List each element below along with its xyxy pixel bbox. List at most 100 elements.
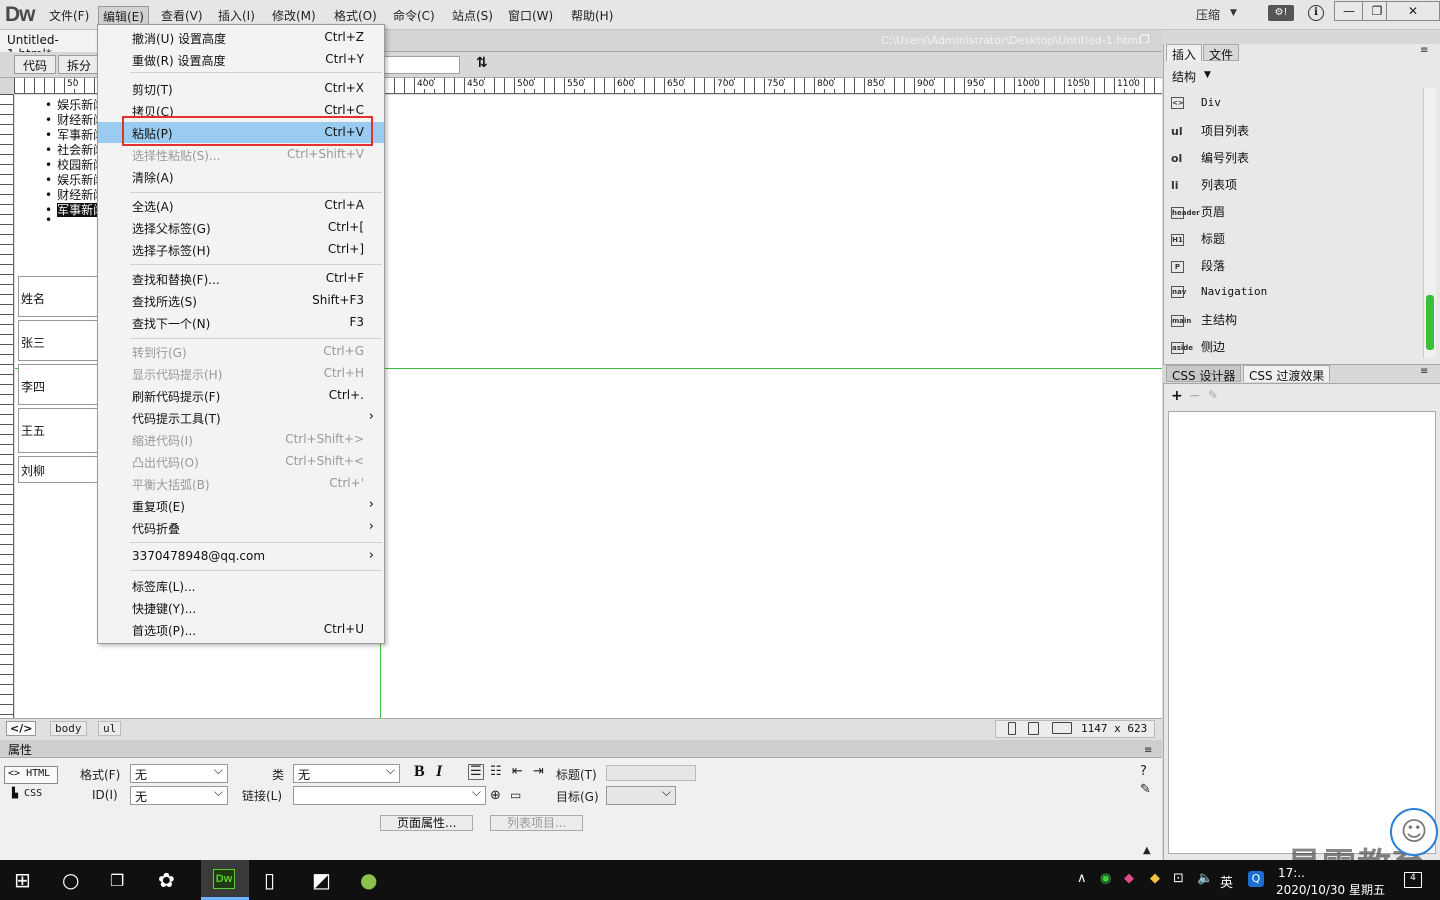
edit-menu-item[interactable]: 选择性粘贴(S)... Ctrl+Shift+V — [98, 144, 384, 165]
css-transitions-list[interactable] — [1168, 411, 1436, 854]
list-item-button[interactable]: 列表项目... — [490, 815, 584, 831]
remove-transition-icon[interactable]: − — [1189, 388, 1201, 404]
edit-menu-item[interactable]: 重复项(E) › — [98, 495, 384, 516]
italic-button[interactable]: I — [436, 763, 442, 781]
table-cell[interactable]: 张三 — [18, 320, 100, 361]
edit-menu-item[interactable]: 刷新代码提示(F) Ctrl+. — [98, 385, 384, 406]
menu-9[interactable]: 帮助(H) — [567, 6, 617, 25]
code-tag-icon[interactable]: </> — [6, 721, 37, 736]
notepad-icon[interactable]: ▯ — [264, 868, 275, 892]
chevron-down-icon[interactable]: ▼ — [1230, 8, 1237, 18]
workspace-switcher[interactable]: 压缩 — [1196, 6, 1220, 23]
guide-line-vertical[interactable] — [380, 643, 381, 718]
add-transition-icon[interactable]: + — [1171, 388, 1183, 404]
edit-rule-icon[interactable]: ✎ — [1140, 782, 1151, 797]
chevron-down-icon[interactable]: ▼ — [1204, 70, 1211, 80]
bold-button[interactable]: B — [414, 763, 425, 781]
unordered-list-icon[interactable]: ☰ — [468, 764, 484, 780]
code-view-button[interactable]: 代码 — [14, 55, 57, 74]
sort-icon[interactable]: ⇅ — [476, 55, 488, 71]
edit-menu-item[interactable]: 代码提示工具(T) › — [98, 407, 384, 428]
edit-menu-item[interactable]: 显示代码提示(H) Ctrl+H — [98, 363, 384, 384]
edit-menu-item[interactable]: 首选项(P)... Ctrl+U — [98, 619, 384, 640]
edit-menu-item[interactable]: 查找和替换(F)... Ctrl+F — [98, 268, 384, 289]
qq-icon[interactable]: ◆ — [1124, 871, 1134, 886]
wechat-icon[interactable]: ◉ — [1100, 871, 1111, 886]
eraser-app-icon[interactable]: ◩ — [312, 868, 331, 892]
tab-css-designer[interactable]: CSS 设计器 — [1166, 365, 1242, 383]
desktop-size-icon[interactable] — [1052, 722, 1072, 734]
document-tab[interactable]: Untitled-1.html* — [0, 30, 100, 61]
menu-7[interactable]: 站点(S) — [448, 6, 497, 25]
network-icon[interactable]: ⊡ — [1173, 871, 1184, 886]
tab-files[interactable]: 文件 — [1203, 44, 1240, 62]
minimize-button[interactable]: — — [1334, 1, 1364, 21]
edit-menu-item[interactable]: 全选(A) Ctrl+A — [98, 195, 384, 216]
insert-item[interactable]: aside 侧边 — [1171, 338, 1225, 355]
menu-5[interactable]: 格式(O) — [330, 6, 381, 25]
search-icon[interactable]: ○ — [62, 868, 79, 892]
app-swirl-icon[interactable]: ✿ — [158, 868, 175, 892]
tablet-size-icon[interactable] — [1028, 722, 1039, 735]
edit-transition-icon[interactable]: ✎ — [1208, 388, 1218, 402]
page-properties-button[interactable]: 页面属性... — [380, 815, 474, 831]
edit-menu-item[interactable]: 3370478948@qq.com › — [98, 546, 384, 567]
menu-3[interactable]: 插入(I) — [214, 6, 259, 25]
tab-css-transitions[interactable]: CSS 过渡效果 — [1243, 365, 1331, 383]
insert-item[interactable]: P 段落 — [1171, 257, 1225, 274]
menu-8[interactable]: 窗口(W) — [504, 6, 557, 25]
edit-menu-item[interactable]: 撤消(U) 设置高度 Ctrl+Z — [98, 27, 384, 48]
insert-item[interactable]: nav Navigation — [1171, 284, 1267, 298]
id-select[interactable]: 无 — [130, 785, 228, 805]
menu-2[interactable]: 查看(V) — [157, 6, 207, 25]
tag-ul[interactable]: ul — [98, 721, 122, 736]
windows-start-icon[interactable]: ⊞ — [14, 868, 31, 892]
insert-category-label[interactable]: 结构 — [1172, 68, 1196, 85]
insert-item[interactable]: header页眉 — [1171, 203, 1225, 220]
outdent-icon[interactable]: ⇤ — [512, 764, 523, 779]
table-cell[interactable]: 李四 — [18, 364, 100, 405]
edit-menu-item[interactable]: 剪切(T) Ctrl+X — [98, 78, 384, 99]
document-title-input[interactable] — [380, 56, 460, 74]
insert-item[interactable]: ul 项目列表 — [1171, 122, 1249, 139]
edit-menu-item[interactable]: 标签库(L)... — [98, 575, 384, 596]
class-select[interactable]: 无 — [293, 763, 400, 783]
edit-menu-item[interactable]: 选择子标签(H) Ctrl+] — [98, 239, 384, 260]
edit-menu-item[interactable]: 缩进代码(I) Ctrl+Shift+> — [98, 429, 384, 450]
panel-options-icon[interactable]: ≡ — [1144, 745, 1152, 756]
penguin-icon[interactable]: ◆ — [1150, 871, 1160, 886]
insert-item[interactable]: ol 编号列表 — [1171, 149, 1249, 166]
insert-item[interactable]: H1 标题 — [1171, 230, 1225, 247]
green-ball-icon[interactable]: ● — [360, 868, 377, 892]
table-cell[interactable]: 王五 — [18, 408, 100, 453]
css-panel-menu-icon[interactable]: ≡ — [1420, 366, 1428, 377]
edit-menu-item[interactable]: 凸出代码(O) Ctrl+Shift+< — [98, 451, 384, 472]
menu-6[interactable]: 命令(C) — [389, 6, 439, 25]
edit-menu-item[interactable]: 转到行(G) Ctrl+G — [98, 341, 384, 362]
restore-document-icon[interactable]: ❐ — [1140, 33, 1150, 46]
phone-size-icon[interactable] — [1008, 722, 1016, 735]
menu-4[interactable]: 修改(M) — [268, 6, 320, 25]
css-mode-button[interactable]: ▙ CSS — [12, 788, 42, 799]
link-input[interactable] — [293, 785, 486, 805]
table-cell[interactable]: 姓名 — [18, 276, 100, 317]
tag-body[interactable]: body — [50, 721, 87, 736]
clock-time[interactable]: 17:.. — [1278, 866, 1305, 880]
edit-menu-item[interactable]: 查找下一个(N) F3 — [98, 312, 384, 333]
collapse-panel-icon[interactable]: ▲ — [1143, 845, 1151, 856]
close-button[interactable]: ✕ — [1386, 1, 1440, 21]
folder-icon[interactable]: ▭ — [510, 788, 521, 802]
clock-date[interactable]: 2020/10/30 星期五 — [1276, 881, 1385, 898]
insert-scrollbar-thumb[interactable] — [1426, 295, 1434, 350]
format-select[interactable]: 无 — [130, 763, 228, 783]
heading-input[interactable] — [606, 765, 696, 781]
split-view-button[interactable]: 拆分 — [58, 55, 101, 74]
tab-insert[interactable]: 插入 — [1166, 44, 1203, 62]
edit-menu-item[interactable]: 选择父标签(G) Ctrl+[ — [98, 217, 384, 238]
empty-list-item[interactable]: • — [45, 213, 52, 227]
gear-icon[interactable]: ⚙! — [1268, 5, 1294, 21]
help-icon[interactable]: ? — [1140, 764, 1147, 779]
edit-menu-item[interactable]: 快捷键(Y)... — [98, 597, 384, 618]
insert-item[interactable]: <> Div — [1171, 95, 1221, 109]
menu-0[interactable]: 文件(F) — [45, 6, 93, 25]
